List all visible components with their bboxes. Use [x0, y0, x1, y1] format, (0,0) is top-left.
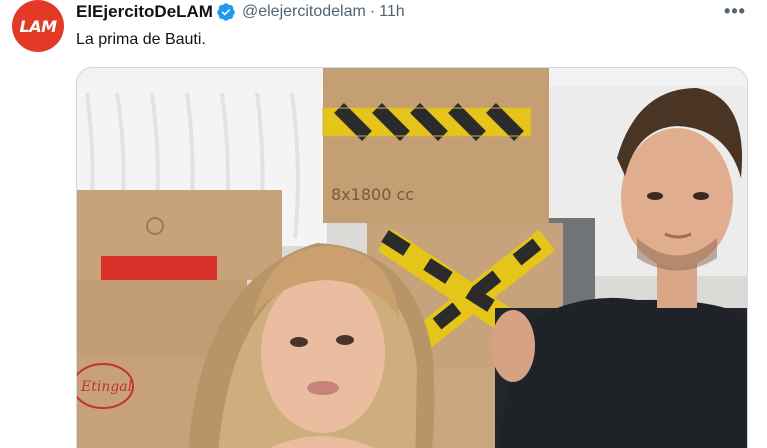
avatar[interactable]: LAM — [12, 0, 64, 52]
display-name[interactable]: ElEjercitoDeLAM — [76, 2, 213, 22]
avatar-text: LAM — [19, 16, 58, 36]
tweet-photo[interactable]: Etingal 8x1800 cc — [76, 67, 748, 448]
box-logo-text: Etingal — [80, 379, 132, 395]
more-horizontal-icon: ••• — [724, 0, 746, 21]
separator-dot: · — [369, 3, 376, 20]
tweet-timestamp[interactable]: 11h — [379, 3, 405, 21]
tweet-header: ElEjercitoDeLAM @elejercitodelam · 11h — [76, 1, 405, 23]
photo-illustration: Etingal 8x1800 cc — [77, 68, 747, 448]
user-handle[interactable]: @elejercitodelam — [242, 3, 366, 21]
more-options-button[interactable]: ••• — [721, 0, 749, 22]
tweet: LAM ElEjercitoDeLAM @elejercitodelam · 1… — [0, 0, 767, 448]
box-label-text: 8x1800 cc — [331, 185, 414, 204]
verified-badge-icon — [216, 2, 236, 22]
tweet-text: La prima de Bauti. — [76, 31, 206, 48]
